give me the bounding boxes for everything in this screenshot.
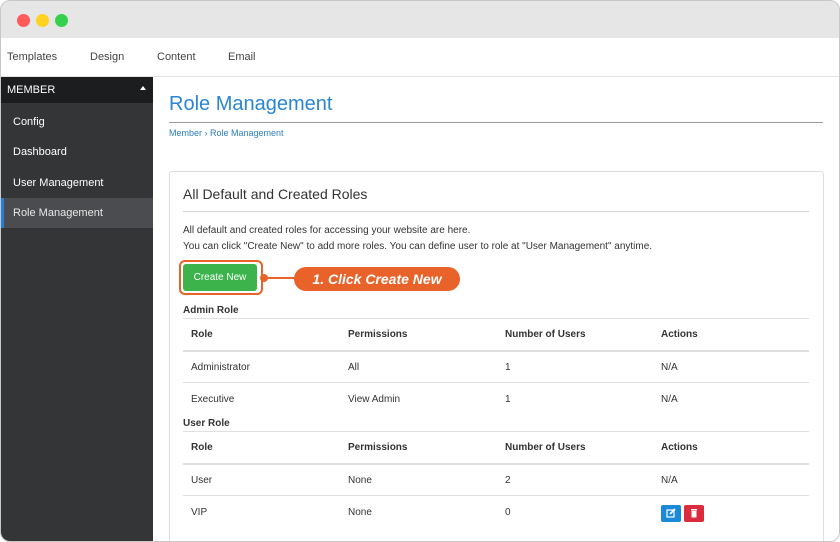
browser-window: Templates Design Content Email MEMBER Co… <box>0 0 840 542</box>
callout-dot <box>260 274 268 282</box>
edit-role-button[interactable] <box>661 505 681 522</box>
nav-content[interactable]: Content <box>157 51 196 63</box>
sidebar-item-dashboard[interactable]: Dashboard <box>1 137 153 167</box>
cell-permissions: View Admin <box>348 394 401 405</box>
cell-permissions: None <box>348 507 372 518</box>
table-divider <box>183 318 809 319</box>
cell-role: Executive <box>191 394 235 405</box>
title-divider <box>169 122 823 123</box>
column-header-number-of-users: Number of Users <box>505 442 586 453</box>
window-titlebar <box>1 1 839 38</box>
table-divider <box>183 350 809 352</box>
roles-panel: All Default and Created Roles All defaul… <box>169 171 824 541</box>
cell-role: VIP <box>191 507 208 518</box>
create-new-highlight <box>179 260 263 295</box>
cell-actions: N/A <box>661 362 678 373</box>
sidebar-item-label: User Management <box>13 177 104 189</box>
caret-up-icon[interactable] <box>140 86 146 90</box>
panel-description-line-1: All default and created roles for access… <box>183 225 471 236</box>
sidebar: MEMBER Config Dashboard User Management … <box>1 77 153 541</box>
user-role-heading: User Role <box>183 418 230 429</box>
table-divider <box>183 463 809 465</box>
cell-actions: N/A <box>661 475 678 486</box>
table-divider <box>183 495 809 496</box>
cell-role: Administrator <box>191 362 250 373</box>
page-title: Role Management <box>169 93 333 115</box>
sidebar-item-label: Role Management <box>13 207 103 219</box>
minimize-window-button[interactable] <box>36 14 49 27</box>
column-header-actions: Actions <box>661 329 698 340</box>
nav-design[interactable]: Design <box>90 51 124 63</box>
top-navigation: Templates Design Content Email <box>1 38 839 77</box>
trash-icon <box>691 509 697 518</box>
delete-role-button[interactable] <box>684 505 704 522</box>
nav-templates[interactable]: Templates <box>7 51 57 63</box>
cell-permissions: None <box>348 475 372 486</box>
panel-title: All Default and Created Roles <box>183 186 368 202</box>
sidebar-item-role-management[interactable]: Role Management <box>1 198 153 228</box>
cell-permissions: All <box>348 362 360 373</box>
cell-number-of-users: 1 <box>505 394 511 405</box>
cell-number-of-users: 2 <box>505 475 511 486</box>
column-header-role: Role <box>191 442 213 453</box>
panel-description-line-2: You can click "Create New" to add more r… <box>183 241 653 252</box>
nav-email[interactable]: Email <box>228 51 256 63</box>
cell-number-of-users: 0 <box>505 507 511 518</box>
panel-divider <box>183 211 809 212</box>
admin-role-heading: Admin Role <box>183 305 239 316</box>
cell-number-of-users: 1 <box>505 362 511 373</box>
close-window-button[interactable] <box>17 14 30 27</box>
table-divider <box>183 382 809 383</box>
sidebar-item-config[interactable]: Config <box>1 107 153 137</box>
table-divider <box>183 431 809 432</box>
cell-role: User <box>191 475 213 486</box>
sidebar-item-user-management[interactable]: User Management <box>1 168 153 198</box>
column-header-actions: Actions <box>661 442 698 453</box>
sidebar-section-label: MEMBER <box>7 84 56 96</box>
sidebar-item-label: Config <box>13 116 45 128</box>
sidebar-item-label: Dashboard <box>13 146 67 158</box>
column-header-role: Role <box>191 329 213 340</box>
callout-connector <box>264 277 298 279</box>
callout-label: 1. Click Create New <box>294 267 460 291</box>
column-header-permissions: Permissions <box>348 442 408 453</box>
breadcrumb[interactable]: Member › Role Management <box>169 128 284 138</box>
maximize-window-button[interactable] <box>55 14 68 27</box>
column-header-number-of-users: Number of Users <box>505 329 586 340</box>
cell-actions: N/A <box>661 394 678 405</box>
edit-icon <box>666 508 676 518</box>
main-content: Role Management Member › Role Management… <box>153 77 839 541</box>
sidebar-section-member[interactable]: MEMBER <box>1 77 153 103</box>
column-header-permissions: Permissions <box>348 329 408 340</box>
